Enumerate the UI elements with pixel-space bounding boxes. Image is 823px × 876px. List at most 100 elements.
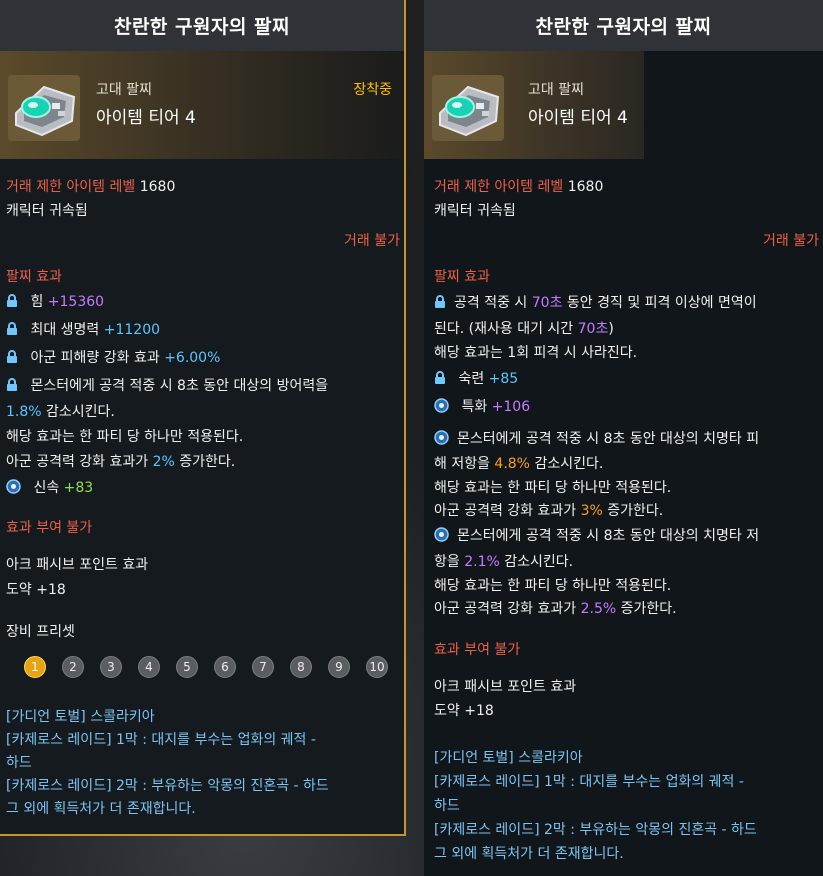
effect-text: 해 저항을 — [434, 456, 495, 472]
lock-icon — [7, 322, 17, 335]
effect-ally-damage: 아군 피해량 강화 효과 +6.00% — [6, 346, 400, 370]
item-tier: 아이템 티어 4 — [96, 108, 196, 128]
preset-button-9[interactable]: 9 — [328, 656, 350, 678]
effect-crit-resist-2: 몬스터에게 공격 적중 시 8초 동안 대상의 치명타 저 — [434, 524, 819, 548]
item-title: 찬란한 구원자의 팔찌 — [0, 0, 404, 51]
source-line: [가디언 토벌] 스콜라키아 — [6, 709, 155, 725]
effect-label: 아군 피해량 강화 효과 — [30, 350, 160, 366]
effect-value: 1.8% — [6, 404, 42, 420]
effect-text: 증가한다. — [174, 454, 236, 470]
source-line: 하드 — [434, 798, 460, 814]
effect-header: 팔찌 효과 — [434, 269, 490, 285]
trade-level-value: 1680 — [139, 179, 176, 195]
effect-text: 아군 공격력 강화 효과가 — [6, 454, 153, 470]
source-line: [카제로스 레이드] 1막 : 대지를 부수는 업화의 궤적 - — [434, 774, 744, 790]
effect-text: 몬스터에게 공격 적중 시 8초 동안 대상의 치명타 피 — [457, 431, 760, 447]
preset-button-4[interactable]: 4 — [138, 656, 160, 678]
effect-note-attack: 아군 공격력 강화 효과가 2% 증가한다. — [6, 450, 400, 474]
effect-text: 아군 공격력 강화 효과가 — [434, 503, 581, 519]
compare-item-tooltip: 찬란한 구원자의 팔찌 고대 팔찌 아이템 티어 4 거래 제한 아이템 레벨 … — [424, 0, 823, 876]
trade-level-value: 1680 — [567, 179, 604, 195]
effect-swiftness: 신속 +83 — [6, 476, 400, 500]
effect-text: 감소시킨다. — [499, 554, 574, 570]
effect-value: +85 — [488, 371, 519, 387]
preset-selector: 1 2 3 4 5 6 7 8 9 10 — [24, 656, 388, 678]
item-header: 고대 팔찌 아이템 티어 4 장착중 — [0, 51, 404, 159]
effect-text: 공격 적중 시 — [454, 295, 532, 311]
effect-max-hp: 최대 생명력 +11200 — [6, 318, 400, 342]
lock-icon — [7, 378, 17, 391]
preset-button-10[interactable]: 10 — [366, 656, 388, 678]
effect-crit-resist-2-cont: 항을 2.1% 감소시킨다. — [434, 550, 819, 574]
ark-passive-value: 도약 +18 — [434, 703, 494, 719]
preset-button-1[interactable]: 1 — [24, 656, 46, 678]
trade-level-row: 거래 제한 아이템 레벨 1680 — [434, 175, 819, 199]
source-line: [가디언 토벌] 스콜라키아 — [434, 750, 583, 766]
effect-value: +11200 — [103, 322, 161, 338]
bound-text: 캐릭터 귀속됨 — [434, 203, 516, 219]
effect-crit-resist-1: 몬스터에게 공격 적중 시 8초 동안 대상의 치명타 피 — [434, 427, 819, 451]
effect-text: 항을 — [434, 554, 465, 570]
preset-button-7[interactable]: 7 — [252, 656, 274, 678]
source-line: [카제로스 레이드] 2막 : 부유하는 악몽의 진혼곡 - 하드 — [434, 822, 757, 838]
effect-header: 팔찌 효과 — [6, 269, 62, 285]
effect-value: +15360 — [47, 294, 105, 310]
lock-icon — [435, 371, 445, 384]
equipped-badge: 장착중 — [353, 82, 392, 98]
effect-label: 특화 — [461, 399, 488, 415]
effect-label: 숙련 — [458, 371, 485, 387]
source-line: 그 외에 획득처가 더 존재합니다. — [434, 846, 624, 862]
effect-label: 몬스터에게 공격 적중 시 8초 동안 대상의 방어력을 — [30, 378, 329, 394]
preset-button-3[interactable]: 3 — [100, 656, 122, 678]
effect-text: 증가한다. — [602, 503, 664, 519]
no-trade-text: 거래 불가 — [763, 233, 819, 249]
effect-crit-resist-1-cont: 해 저항을 4.8% 감소시킨다. — [434, 452, 819, 476]
effect-value: 3% — [580, 503, 603, 519]
effect-note: 해당 효과는 한 파티 당 하나만 적용된다. — [6, 429, 244, 445]
effect-value: 2.1% — [464, 554, 500, 570]
item-header: 고대 팔찌 아이템 티어 4 — [424, 51, 644, 159]
swirl-icon — [6, 479, 21, 494]
item-tier: 아이템 티어 4 — [528, 108, 628, 128]
effect-value: +106 — [491, 399, 531, 415]
source-line: 하드 — [6, 755, 32, 771]
effect-defense-reduction: 몬스터에게 공격 적중 시 8초 동안 대상의 방어력을 — [6, 374, 400, 398]
effect-text: 증가한다. — [616, 601, 677, 617]
effect-value: 4.8% — [494, 456, 530, 472]
effect-value: 70초 — [531, 295, 563, 311]
effect-expertise: 숙련 +85 — [434, 367, 819, 391]
item-grade: 고대 팔찌 — [96, 82, 152, 98]
no-trade-text: 거래 불가 — [344, 233, 400, 249]
effect-text: 된다. (재사용 대기 시간 — [434, 321, 578, 337]
effect-note: 해당 효과는 한 파티 당 하나만 적용된다. — [434, 480, 672, 496]
ark-passive-header: 아크 패시브 포인트 효과 — [6, 557, 149, 573]
effect-value: 2.5% — [580, 601, 617, 617]
bracelet-icon — [8, 75, 80, 141]
effect-value: +83 — [63, 480, 94, 496]
effect-immunity: 공격 적중 시 70초 동안 경직 및 피격 이상에 면역이 — [434, 291, 819, 315]
equipped-item-tooltip: 찬란한 구원자의 팔찌 고대 팔찌 아이템 티어 4 장착중 거래 제한 아이템… — [0, 0, 406, 836]
effect-note-attack: 아군 공격력 강화 효과가 3% 증가한다. — [434, 499, 819, 523]
bound-text: 캐릭터 귀속됨 — [6, 203, 88, 219]
source-line: [카제로스 레이드] 1막 : 대지를 부수는 업화의 궤적 - — [6, 732, 316, 748]
lock-icon — [7, 350, 17, 363]
preset-button-8[interactable]: 8 — [290, 656, 312, 678]
effect-note: 해당 효과는 1회 피격 시 사라진다. — [434, 345, 638, 361]
preset-button-5[interactable]: 5 — [176, 656, 198, 678]
effect-value: +6.00% — [164, 350, 221, 366]
effect-note-attack: 아군 공격력 강화 효과가 2.5% 증가한다. — [434, 597, 819, 621]
effect-text: 동안 경직 및 피격 이상에 면역이 — [562, 295, 757, 311]
effect-text: 감소시킨다. — [530, 456, 604, 472]
effect-text: 감소시킨다. — [41, 404, 115, 420]
effect-text: 아군 공격력 강화 효과가 — [434, 601, 581, 617]
effect-text: ) — [608, 321, 614, 337]
no-grant-text: 효과 부여 불가 — [434, 642, 521, 658]
preset-button-6[interactable]: 6 — [214, 656, 236, 678]
preset-button-2[interactable]: 2 — [62, 656, 84, 678]
ark-passive-header: 아크 패시브 포인트 효과 — [434, 679, 577, 695]
lock-icon — [7, 294, 17, 307]
source-line: [카제로스 레이드] 2막 : 부유하는 악몽의 진혼곡 - 하드 — [6, 778, 329, 794]
swirl-icon — [434, 398, 449, 413]
preset-header: 장비 프리셋 — [6, 624, 75, 640]
bracelet-icon — [432, 75, 504, 141]
